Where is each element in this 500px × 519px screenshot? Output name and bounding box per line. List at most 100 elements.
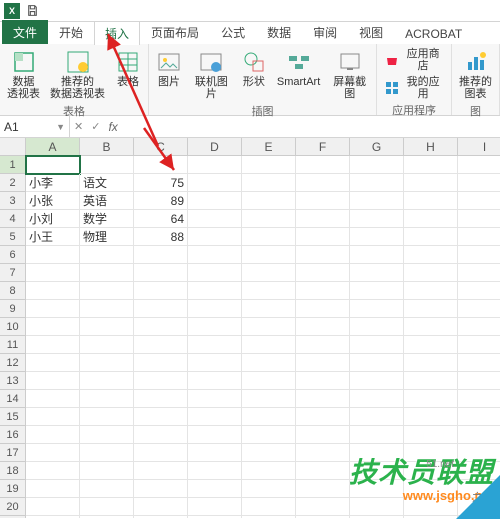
store-button[interactable]: 应用商店 <box>380 46 448 74</box>
cell[interactable] <box>458 390 500 408</box>
cell[interactable] <box>134 462 188 480</box>
tab-公式[interactable]: 公式 <box>210 20 256 44</box>
cell[interactable] <box>134 498 188 516</box>
row-header[interactable]: 13 <box>0 372 26 390</box>
row-header[interactable]: 11 <box>0 336 26 354</box>
cell[interactable] <box>242 390 296 408</box>
row-header[interactable]: 7 <box>0 264 26 282</box>
cell[interactable] <box>458 354 500 372</box>
cell[interactable] <box>458 174 500 192</box>
cell[interactable] <box>80 408 134 426</box>
cell[interactable] <box>242 246 296 264</box>
cell[interactable] <box>134 426 188 444</box>
cell[interactable]: 88 <box>134 228 188 246</box>
cell[interactable] <box>188 246 242 264</box>
row-header[interactable]: 12 <box>0 354 26 372</box>
cell[interactable] <box>296 390 350 408</box>
cell[interactable] <box>134 300 188 318</box>
cell[interactable] <box>242 372 296 390</box>
cell[interactable] <box>458 372 500 390</box>
cell[interactable] <box>80 390 134 408</box>
cell[interactable] <box>458 156 500 174</box>
cell[interactable] <box>404 210 458 228</box>
cell[interactable] <box>188 336 242 354</box>
cell[interactable] <box>404 444 458 462</box>
tab-审阅[interactable]: 审阅 <box>302 20 348 44</box>
cell[interactable] <box>404 174 458 192</box>
cell[interactable] <box>350 174 404 192</box>
cell[interactable] <box>350 516 404 518</box>
cell[interactable] <box>26 264 80 282</box>
cell[interactable]: 75 <box>134 174 188 192</box>
cell[interactable] <box>134 318 188 336</box>
cell[interactable]: 数学 <box>80 210 134 228</box>
cell[interactable] <box>134 408 188 426</box>
cell[interactable] <box>188 408 242 426</box>
column-header[interactable]: G <box>350 138 404 156</box>
cell[interactable]: 语文 <box>80 174 134 192</box>
smartart-button[interactable]: SmartArt <box>273 46 324 103</box>
cell[interactable] <box>134 336 188 354</box>
cell[interactable] <box>350 228 404 246</box>
cell[interactable] <box>188 318 242 336</box>
row-header[interactable]: 4 <box>0 210 26 228</box>
cell[interactable] <box>404 282 458 300</box>
cell[interactable] <box>458 426 500 444</box>
cell[interactable] <box>80 480 134 498</box>
cell[interactable] <box>296 246 350 264</box>
cell[interactable] <box>404 372 458 390</box>
column-header[interactable]: B <box>80 138 134 156</box>
cell[interactable] <box>404 480 458 498</box>
cell[interactable] <box>458 336 500 354</box>
cell[interactable] <box>350 390 404 408</box>
cell[interactable] <box>404 300 458 318</box>
cell[interactable] <box>188 156 242 174</box>
cell[interactable] <box>296 372 350 390</box>
cell[interactable] <box>458 498 500 516</box>
cell[interactable] <box>134 480 188 498</box>
cell[interactable] <box>350 408 404 426</box>
cell[interactable] <box>404 192 458 210</box>
cell[interactable] <box>242 480 296 498</box>
cell[interactable] <box>26 444 80 462</box>
row-header[interactable]: 20 <box>0 498 26 516</box>
row-header[interactable]: 18 <box>0 462 26 480</box>
cell[interactable] <box>26 318 80 336</box>
cell[interactable] <box>242 300 296 318</box>
cell[interactable] <box>80 336 134 354</box>
cell[interactable] <box>350 210 404 228</box>
cell[interactable] <box>404 354 458 372</box>
column-header[interactable]: E <box>242 138 296 156</box>
cell[interactable] <box>26 372 80 390</box>
online-picture-button[interactable]: 联机图片 <box>188 46 235 103</box>
row-header[interactable]: 14 <box>0 390 26 408</box>
cell[interactable] <box>80 444 134 462</box>
cell[interactable] <box>350 336 404 354</box>
row-header[interactable]: 17 <box>0 444 26 462</box>
cell[interactable]: 英语 <box>80 192 134 210</box>
cell[interactable] <box>188 192 242 210</box>
row-header[interactable]: 3 <box>0 192 26 210</box>
cell[interactable] <box>242 426 296 444</box>
pivot-table-button[interactable]: 数据 透视表 <box>3 46 44 103</box>
cell[interactable] <box>404 228 458 246</box>
cell[interactable] <box>242 336 296 354</box>
cell[interactable] <box>458 228 500 246</box>
cell[interactable] <box>188 444 242 462</box>
cell[interactable] <box>458 210 500 228</box>
cell[interactable] <box>458 264 500 282</box>
cell[interactable] <box>26 480 80 498</box>
cell[interactable]: 89 <box>134 192 188 210</box>
cell[interactable] <box>458 282 500 300</box>
cell[interactable] <box>80 426 134 444</box>
cell[interactable] <box>80 372 134 390</box>
cell[interactable] <box>242 408 296 426</box>
cell[interactable] <box>80 516 134 518</box>
cell[interactable] <box>26 408 80 426</box>
cell[interactable] <box>296 282 350 300</box>
cell[interactable] <box>26 300 80 318</box>
cell[interactable] <box>80 282 134 300</box>
cell[interactable] <box>458 318 500 336</box>
cell[interactable] <box>242 264 296 282</box>
cell[interactable] <box>242 228 296 246</box>
